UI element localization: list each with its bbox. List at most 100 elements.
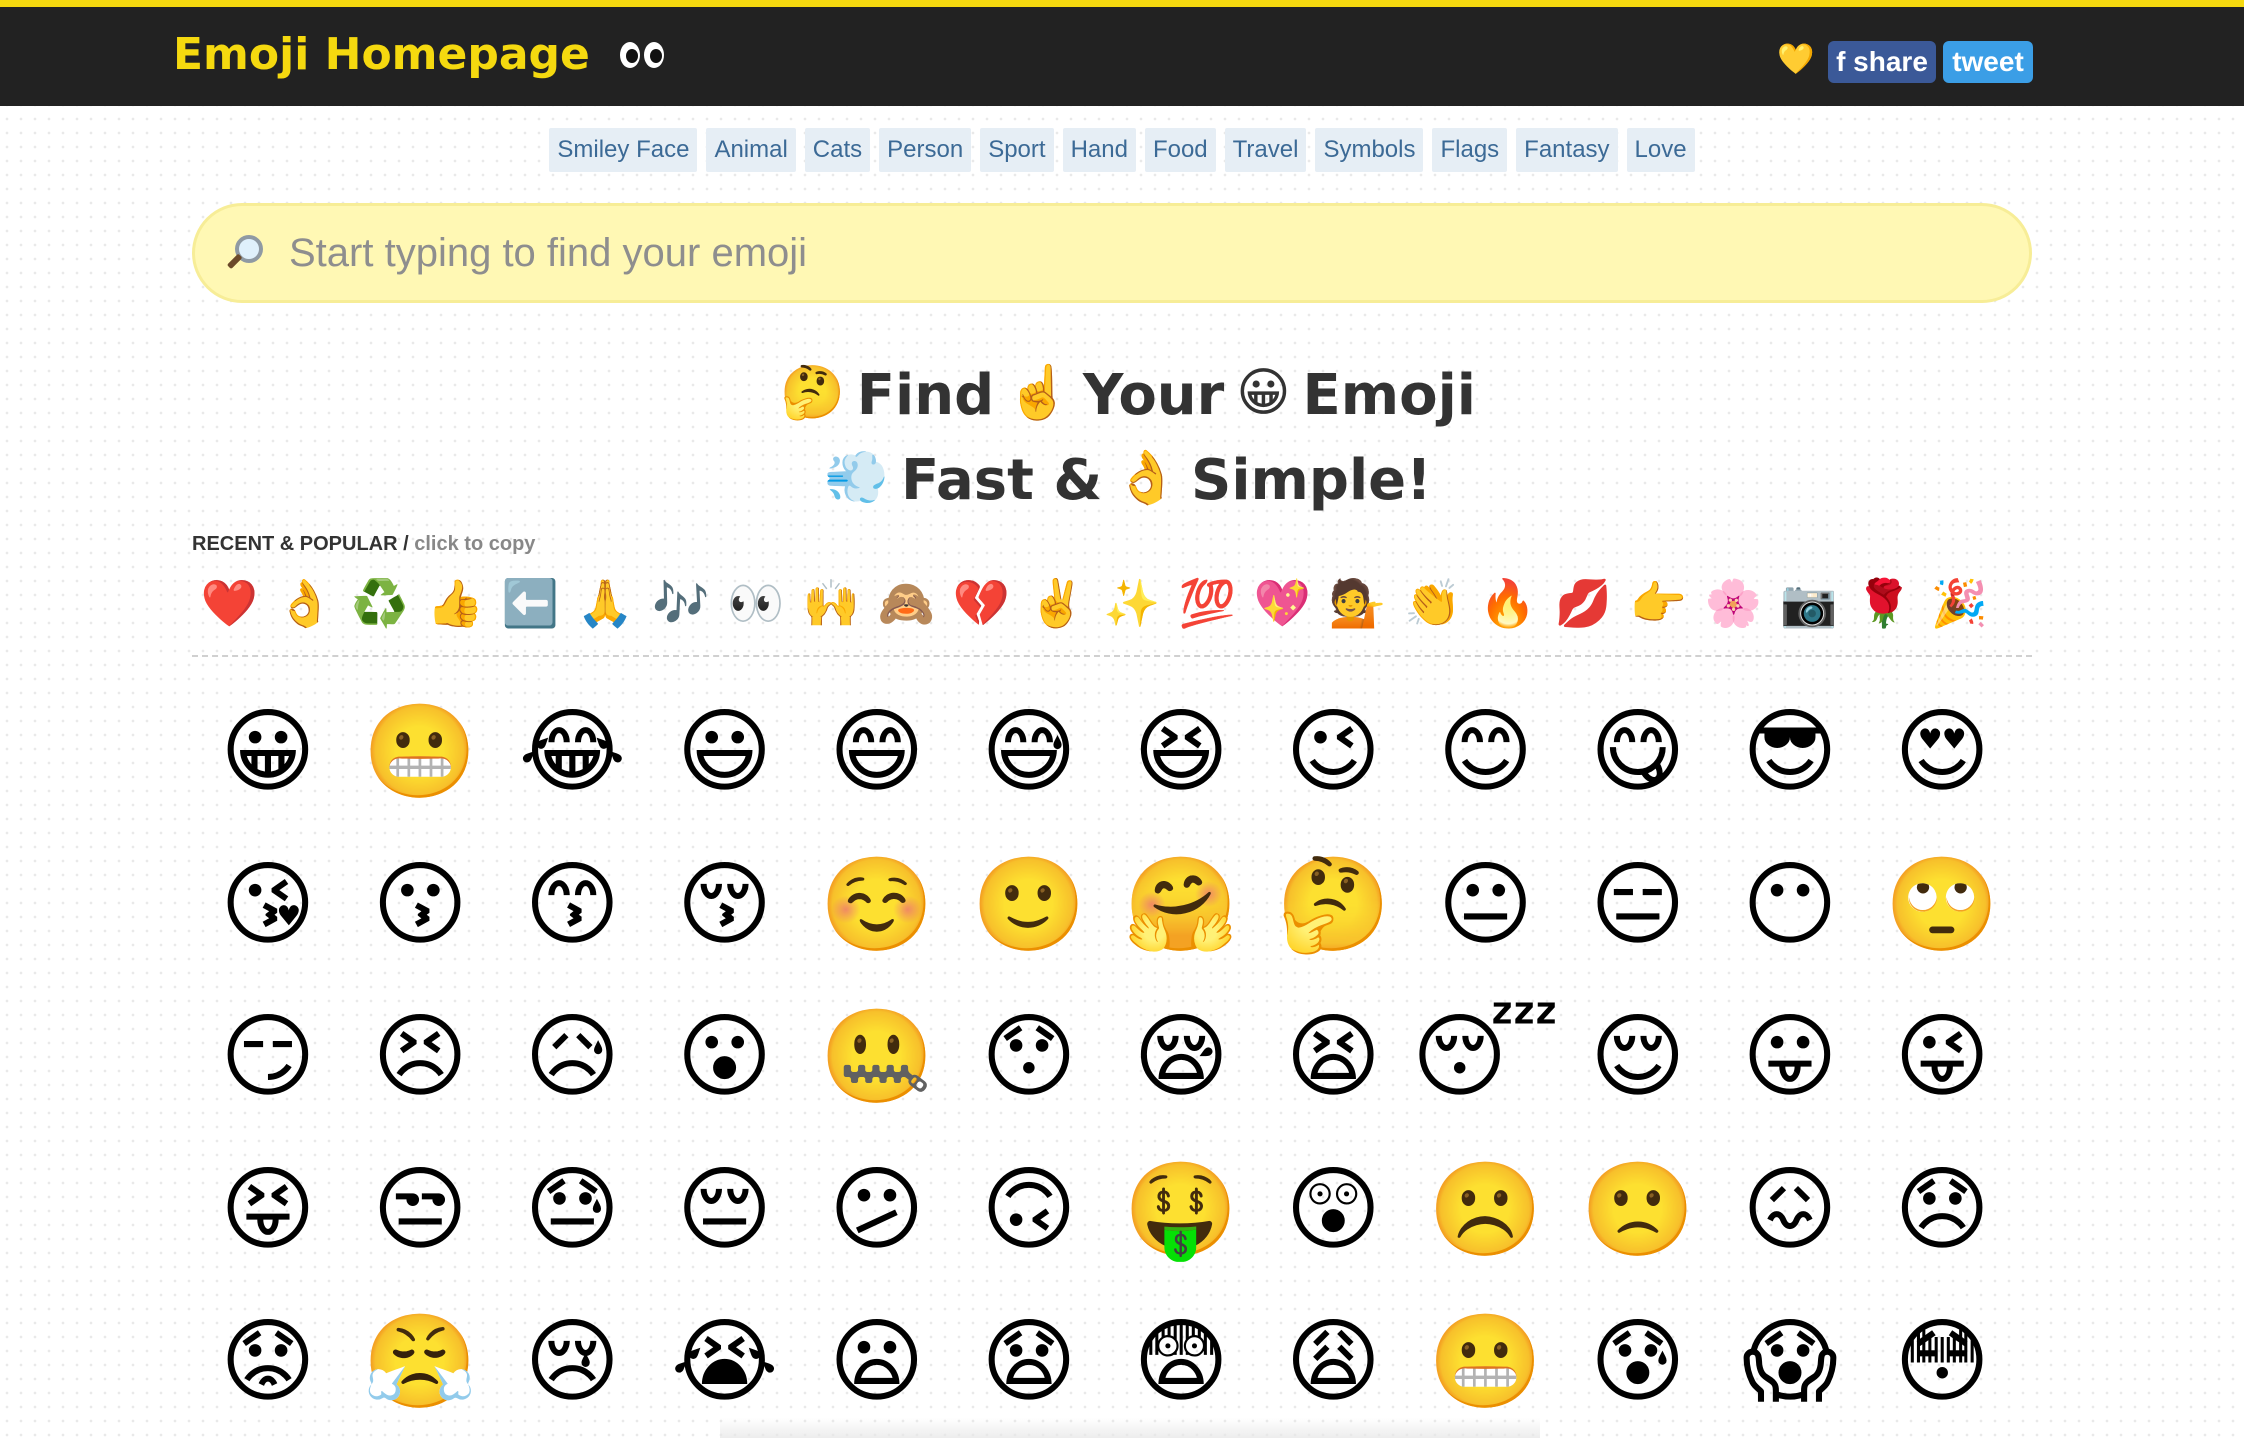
site-title[interactable]: Emoji Homepage (173, 29, 590, 80)
emoji-cell[interactable]: 😬 (1410, 1286, 1562, 1438)
emoji-cell[interactable]: 😱 (1714, 1286, 1866, 1438)
recent-emoji[interactable]: 💋 (1546, 573, 1621, 633)
brand-logo[interactable]: Emoji Homepage (173, 29, 664, 80)
emoji-cell[interactable]: 😴 (1410, 981, 1562, 1133)
emoji-cell[interactable]: 😋 (1562, 676, 1714, 828)
search-bar[interactable] (192, 203, 2032, 303)
category-flags[interactable]: Flags (1432, 128, 1508, 172)
emoji-cell[interactable]: 😊 (1410, 676, 1562, 828)
emoji-cell[interactable]: 🤔 (1257, 829, 1409, 981)
emoji-cell[interactable]: 😬 (344, 676, 496, 828)
recent-emoji[interactable]: 🙈 (869, 573, 944, 633)
emoji-cell[interactable]: 😟 (192, 1286, 344, 1438)
recent-emoji[interactable]: 💖 (1245, 573, 1320, 633)
emoji-cell[interactable]: 😞 (1866, 1134, 2018, 1286)
emoji-cell[interactable]: 😚 (649, 829, 801, 981)
recent-emoji[interactable]: 👌 (267, 573, 342, 633)
emoji-cell[interactable]: 😃 (649, 676, 801, 828)
emoji-cell[interactable]: 😙 (496, 829, 648, 981)
emoji-cell[interactable]: 😔 (649, 1134, 801, 1286)
emoji-cell[interactable]: 😩 (1257, 1286, 1409, 1438)
emoji-cell[interactable]: 🙃 (953, 1134, 1105, 1286)
emoji-cell[interactable]: 🤗 (1105, 829, 1257, 981)
recent-emoji[interactable]: ❤️ (192, 573, 267, 633)
emoji-cell[interactable]: 😧 (953, 1286, 1105, 1438)
emoji-cell[interactable]: 😒 (344, 1134, 496, 1286)
search-input[interactable] (287, 229, 1991, 277)
emoji-cell[interactable]: 🙄 (1866, 829, 2018, 981)
emoji-cell[interactable]: 😂 (496, 676, 648, 828)
emoji-cell[interactable]: 😪 (1105, 981, 1257, 1133)
recent-emoji[interactable]: 🙌 (794, 573, 869, 633)
emoji-cell[interactable]: 😫 (1257, 981, 1409, 1133)
emoji-cell[interactable]: 😥 (496, 981, 648, 1133)
emoji-cell[interactable]: 😝 (192, 1134, 344, 1286)
emoji-cell[interactable]: 😳 (1866, 1286, 2018, 1438)
emoji-cell[interactable]: 😜 (1866, 981, 2018, 1133)
recent-emoji[interactable]: 👀 (718, 573, 793, 633)
emoji-cell[interactable]: ☺️ (801, 829, 953, 981)
emoji-cell[interactable]: 🤐 (801, 981, 953, 1133)
emoji-cell[interactable]: 😍 (1866, 676, 2018, 828)
emoji-cell[interactable]: 😰 (1562, 1286, 1714, 1438)
emoji-cell[interactable]: 😮 (649, 981, 801, 1133)
emoji-cell[interactable]: 😑 (1562, 829, 1714, 981)
recent-emoji[interactable]: 💯 (1170, 573, 1245, 633)
emoji-cell[interactable]: ☹️ (1410, 1134, 1562, 1286)
category-cats[interactable]: Cats (804, 128, 871, 172)
category-symbols[interactable]: Symbols (1315, 128, 1424, 172)
emoji-cell[interactable]: 😓 (496, 1134, 648, 1286)
tweet-button[interactable]: tweet (1943, 41, 2033, 83)
emoji-cell[interactable]: 😤 (344, 1286, 496, 1438)
recent-emoji[interactable]: 👏 (1395, 573, 1470, 633)
emoji-cell[interactable]: 😗 (344, 829, 496, 981)
emoji-cell[interactable]: 😲 (1257, 1134, 1409, 1286)
category-travel[interactable]: Travel (1224, 128, 1307, 172)
category-smiley-face[interactable]: Smiley Face (549, 128, 698, 172)
emoji-cell[interactable]: 😀 (192, 676, 344, 828)
emoji-cell[interactable]: 😏 (192, 981, 344, 1133)
recent-emoji[interactable]: ⬅️ (493, 573, 568, 633)
emoji-cell[interactable]: 😕 (801, 1134, 953, 1286)
emoji-cell[interactable]: 😣 (344, 981, 496, 1133)
heart-icon[interactable]: 💛 (1777, 41, 1814, 79)
category-sport[interactable]: Sport (980, 128, 1054, 172)
category-food[interactable]: Food (1144, 128, 1216, 172)
emoji-cell[interactable]: 😢 (496, 1286, 648, 1438)
facebook-share-button[interactable]: f share (1828, 41, 1936, 83)
emoji-cell[interactable]: 😆 (1105, 676, 1257, 828)
emoji-cell[interactable]: 😛 (1714, 981, 1866, 1133)
recent-emoji[interactable]: ✌️ (1019, 573, 1094, 633)
emoji-cell[interactable]: 😖 (1714, 1134, 1866, 1286)
recent-emoji[interactable]: 👍 (418, 573, 493, 633)
emoji-cell[interactable]: 😘 (192, 829, 344, 981)
emoji-cell[interactable]: 😯 (953, 981, 1105, 1133)
category-love[interactable]: Love (1626, 128, 1695, 172)
recent-emoji[interactable]: 👉 (1621, 573, 1696, 633)
recent-emoji[interactable]: ✨ (1094, 573, 1169, 633)
emoji-cell[interactable]: 😭 (649, 1286, 801, 1438)
emoji-cell[interactable]: 😄 (801, 676, 953, 828)
emoji-cell[interactable]: 😅 (953, 676, 1105, 828)
emoji-cell[interactable]: 😎 (1714, 676, 1866, 828)
emoji-cell[interactable]: 😐 (1410, 829, 1562, 981)
emoji-cell[interactable]: 😌 (1562, 981, 1714, 1133)
emoji-cell[interactable]: 🙂 (953, 829, 1105, 981)
emoji-cell[interactable]: 😶 (1714, 829, 1866, 981)
recent-emoji[interactable]: 🌸 (1696, 573, 1771, 633)
recent-emoji[interactable]: 💔 (944, 573, 1019, 633)
recent-emoji[interactable]: 💁 (1320, 573, 1395, 633)
emoji-cell[interactable]: 😉 (1257, 676, 1409, 828)
recent-emoji[interactable]: 📷 (1771, 573, 1846, 633)
recent-emoji[interactable]: ♻️ (342, 573, 417, 633)
recent-emoji[interactable]: 🎶 (643, 573, 718, 633)
emoji-cell[interactable]: 😨 (1105, 1286, 1257, 1438)
recent-emoji[interactable]: 🙏 (568, 573, 643, 633)
recent-emoji[interactable]: 🔥 (1470, 573, 1545, 633)
recent-emoji[interactable]: 🎉 (1922, 573, 1997, 633)
emoji-cell[interactable]: 😦 (801, 1286, 953, 1438)
category-hand[interactable]: Hand (1062, 128, 1136, 172)
emoji-cell[interactable]: 🙁 (1562, 1134, 1714, 1286)
category-fantasy[interactable]: Fantasy (1516, 128, 1618, 172)
category-animal[interactable]: Animal (706, 128, 796, 172)
